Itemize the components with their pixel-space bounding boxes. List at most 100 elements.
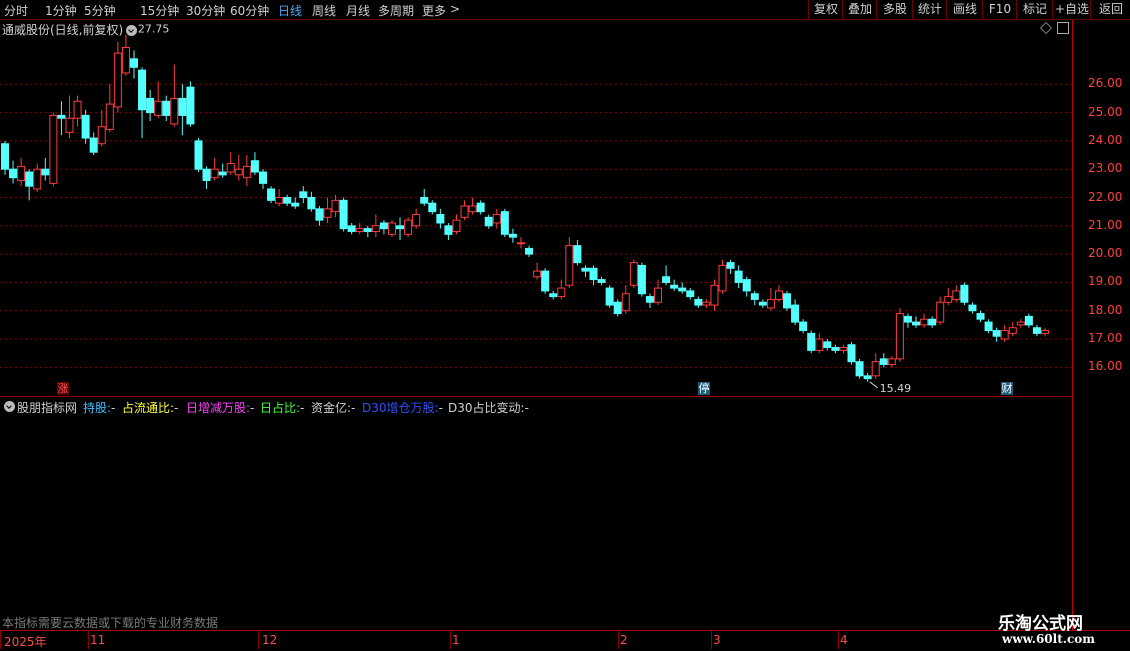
candle (420, 189, 429, 206)
candle (903, 313, 912, 328)
candle-body (516, 242, 525, 245)
candle-body (871, 361, 880, 377)
chevron-down-icon[interactable] (126, 25, 138, 36)
extreme-pointer (869, 381, 878, 389)
candle-body (581, 267, 590, 272)
indicator-label: 持股: (83, 401, 112, 415)
toolbar-button-1[interactable]: 叠加 (842, 0, 877, 19)
candle (823, 339, 832, 351)
period-4[interactable]: 30分钟 (186, 2, 225, 19)
period-9[interactable]: 多周期 (378, 2, 414, 19)
candle-body (799, 321, 808, 332)
candle (629, 259, 638, 289)
candle (81, 109, 90, 144)
period-3[interactable]: 15分钟 (140, 2, 179, 19)
candle (25, 169, 34, 201)
candle-body (613, 301, 622, 315)
candle (436, 208, 445, 229)
candle (1008, 322, 1017, 337)
candle-body (258, 171, 267, 184)
candle (525, 245, 534, 257)
event-marker[interactable]: 停 (698, 382, 710, 395)
candle (234, 155, 243, 181)
period-8[interactable]: 月线 (346, 2, 370, 19)
candle-body (347, 225, 356, 232)
toolbar-button-0[interactable]: 复权 (808, 0, 843, 19)
candle-body (879, 358, 888, 366)
event-marker[interactable]: 财 (1001, 382, 1013, 395)
candle-body (694, 298, 703, 306)
window-icon[interactable] (1057, 22, 1069, 34)
toolbar-button-7[interactable]: +自选 (1052, 0, 1091, 19)
toolbar-button-3[interactable]: 统计 (912, 0, 947, 19)
candle-body (549, 293, 558, 298)
candle-body (823, 341, 832, 349)
indicator-header: 股朋指标网 持股:- 占流通比:- 日增减万股:- 日占比:- 资金亿:- D30增仓万股:… (0, 396, 1072, 417)
date-tick (618, 631, 619, 649)
toolbar-button-2[interactable]: 多股 (876, 0, 913, 19)
candle (275, 189, 284, 206)
period-2[interactable]: 5分钟 (84, 2, 116, 19)
candle-body (1032, 327, 1041, 334)
candle-body (936, 301, 945, 323)
candle (936, 296, 945, 325)
candle-body (525, 247, 534, 255)
candle (895, 307, 904, 362)
candle-body (210, 168, 219, 179)
toolbar-button-8[interactable]: 返回 (1090, 0, 1130, 19)
candle-body (178, 97, 187, 116)
period-7[interactable]: 周线 (312, 2, 336, 19)
candle-body (226, 163, 235, 173)
candle-body (291, 202, 300, 207)
candle-body (508, 233, 517, 238)
candle-body (839, 347, 848, 351)
candle-body (1000, 330, 1009, 340)
candle-body (791, 304, 800, 323)
candle (734, 265, 743, 289)
candle (1, 140, 9, 175)
candle-body (903, 315, 912, 323)
indicator-value: - (174, 401, 179, 415)
candle (686, 288, 695, 300)
date-label: 4 (840, 633, 848, 647)
period-10[interactable]: 更多 (422, 2, 446, 19)
indicator-label: D30增仓万股: (362, 401, 439, 415)
toolbar-button-6[interactable]: 标记 (1016, 0, 1053, 19)
candle (976, 310, 985, 323)
event-marker[interactable]: 涨 (57, 382, 69, 395)
candlestick-chart[interactable]: 27.75 15.49 (0, 20, 1072, 396)
candle (428, 200, 437, 215)
indicator-label: 日占比: (260, 401, 301, 415)
candle (307, 191, 316, 212)
indicator-value: - (250, 401, 255, 415)
candle (887, 356, 896, 368)
chevron-down-icon[interactable] (4, 401, 15, 412)
candle-body (605, 287, 614, 306)
candle (863, 373, 872, 382)
candle (533, 262, 542, 280)
candle (412, 208, 421, 229)
period-1[interactable]: 1分钟 (45, 2, 77, 19)
candle-body (750, 293, 759, 300)
candle (968, 302, 977, 314)
price-tick-label: 19.00 (1088, 274, 1123, 289)
candle (557, 279, 566, 300)
candle (97, 109, 106, 147)
date-tick (0, 631, 1, 649)
candle (178, 84, 187, 136)
indicator-value: - (300, 401, 305, 415)
candle-body (597, 279, 606, 283)
candle (89, 132, 98, 156)
candle-body (412, 213, 421, 227)
toolbar-button-4[interactable]: 画线 (946, 0, 983, 19)
period-0[interactable]: 分时 (4, 2, 28, 19)
indicator-item: 日增减万股:- (186, 399, 254, 416)
candle (710, 279, 719, 311)
period-6[interactable]: 日线 (278, 2, 302, 19)
watermark-title: 乐淘公式网 (998, 614, 1083, 634)
candle (758, 299, 767, 308)
period-5[interactable]: 60分钟 (230, 2, 269, 19)
candle-body (654, 287, 663, 303)
toolbar-button-5[interactable]: F10 (982, 0, 1017, 19)
chevron-right-icon[interactable]: > (450, 2, 460, 16)
